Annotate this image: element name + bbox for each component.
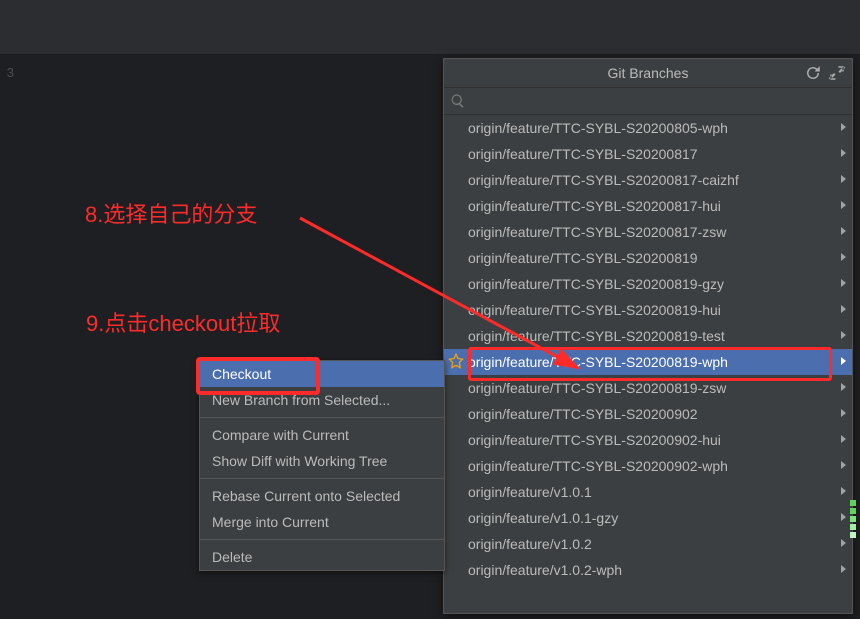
branch-label: origin/feature/TTC-SYBL-S20200819-test <box>468 328 725 344</box>
annotation-text-9: 9.点击checkout拉取 <box>86 306 280 338</box>
branch-label: origin/feature/TTC-SYBL-S20200817-hui <box>468 198 721 214</box>
refresh-icon[interactable] <box>804 64 822 82</box>
branch-item[interactable]: origin/feature/TTC-SYBL-S20200902-hui <box>444 427 852 453</box>
branch-label: origin/feature/TTC-SYBL-S20200817 <box>468 146 698 162</box>
chevron-right-icon <box>841 539 846 547</box>
branch-item[interactable]: origin/feature/TTC-SYBL-S20200817-zsw <box>444 219 852 245</box>
branch-item[interactable]: origin/feature/v1.0.1-gzy <box>444 505 852 531</box>
context-menu-item[interactable]: Show Diff with Working Tree <box>200 448 444 474</box>
branch-item[interactable]: origin/feature/TTC-SYBL-S20200819-test <box>444 323 852 349</box>
branch-label: origin/feature/TTC-SYBL-S20200902 <box>468 406 698 422</box>
branch-list: origin/feature/TTC-SYBL-S20200805-wph ori… <box>444 115 852 615</box>
branch-label: origin/feature/v1.0.2 <box>468 536 592 552</box>
context-menu-item[interactable]: Checkout <box>200 361 444 387</box>
chevron-right-icon <box>841 201 846 209</box>
branch-label: origin/feature/TTC-SYBL-S20200902-wph <box>468 458 728 474</box>
annotation-text-8: 8.选择自己的分支 <box>85 197 257 229</box>
context-menu-item[interactable]: Compare with Current <box>200 422 444 448</box>
chevron-right-icon <box>841 357 846 365</box>
chevron-right-icon <box>841 409 846 417</box>
chevron-right-icon <box>841 149 846 157</box>
branch-label: origin/feature/TTC-SYBL-S20200805-wph <box>468 120 728 136</box>
branch-label: origin/feature/TTC-SYBL-S20200817-zsw <box>468 224 726 240</box>
branch-label: origin/feature/TTC-SYBL-S20200819-gzy <box>468 276 724 292</box>
chevron-right-icon <box>841 383 846 391</box>
chevron-right-icon <box>841 565 846 573</box>
git-branches-popup: Git Branches origin/feature/TTC-SYBL-S20… <box>443 58 853 614</box>
chevron-right-icon <box>841 279 846 287</box>
branch-label: origin/feature/v1.0.2-wph <box>468 562 622 578</box>
branch-label: origin/feature/TTC-SYBL-S20200819-zsw <box>468 380 726 396</box>
branch-item[interactable]: origin/feature/TTC-SYBL-S20200819-hui <box>444 297 852 323</box>
context-menu-item[interactable]: Merge into Current <box>200 509 444 535</box>
context-menu-item[interactable]: Delete <box>200 544 444 570</box>
chevron-right-icon <box>841 175 846 183</box>
branch-search-input[interactable] <box>466 92 846 110</box>
branch-item[interactable]: origin/feature/TTC-SYBL-S20200819 <box>444 245 852 271</box>
branch-label: origin/feature/TTC-SYBL-S20200902-hui <box>468 432 721 448</box>
menu-separator <box>200 539 444 540</box>
search-icon <box>450 93 466 109</box>
memory-meter <box>850 500 856 550</box>
context-menu-item[interactable]: New Branch from Selected... <box>200 387 444 413</box>
chevron-right-icon <box>841 253 846 261</box>
chevron-right-icon <box>841 513 846 521</box>
git-branches-title: Git Branches <box>444 59 852 88</box>
star-icon <box>448 353 464 369</box>
branch-item[interactable]: origin/feature/TTC-SYBL-S20200817-caizhf <box>444 167 852 193</box>
branch-item[interactable]: origin/feature/TTC-SYBL-S20200805-wph <box>444 115 852 141</box>
editor-tabbar-area <box>0 0 860 54</box>
gutter-line-number: 3 <box>0 65 14 80</box>
shrink-icon[interactable] <box>828 64 846 82</box>
chevron-right-icon <box>841 305 846 313</box>
context-menu-item[interactable]: Rebase Current onto Selected <box>200 483 444 509</box>
branch-label: origin/feature/TTC-SYBL-S20200819-wph <box>468 354 728 370</box>
menu-separator <box>200 417 444 418</box>
branch-label: origin/feature/TTC-SYBL-S20200819 <box>468 250 698 266</box>
branch-search-row[interactable] <box>444 88 852 115</box>
branch-label: origin/feature/TTC-SYBL-S20200817-caizhf <box>468 172 739 188</box>
branch-item[interactable]: origin/feature/TTC-SYBL-S20200819-wph <box>444 349 852 375</box>
chevron-right-icon <box>841 461 846 469</box>
chevron-right-icon <box>841 487 846 495</box>
branch-item[interactable]: origin/feature/TTC-SYBL-S20200902 <box>444 401 852 427</box>
chevron-right-icon <box>841 123 846 131</box>
chevron-right-icon <box>841 435 846 443</box>
branch-context-menu: CheckoutNew Branch from Selected... Compa… <box>199 360 445 571</box>
branch-item[interactable]: origin/feature/TTC-SYBL-S20200819-zsw <box>444 375 852 401</box>
git-branches-title-text: Git Branches <box>608 65 689 81</box>
branch-item[interactable]: origin/feature/TTC-SYBL-S20200902-wph <box>444 453 852 479</box>
branch-item[interactable]: origin/feature/v1.0.1 <box>444 479 852 505</box>
chevron-right-icon <box>841 227 846 235</box>
chevron-right-icon <box>841 331 846 339</box>
branch-label: origin/feature/v1.0.1-gzy <box>468 510 618 526</box>
branch-item[interactable]: origin/feature/v1.0.2-wph <box>444 557 852 583</box>
branch-label: origin/feature/v1.0.1 <box>468 484 592 500</box>
branch-item[interactable]: origin/feature/v1.0.2 <box>444 531 852 557</box>
branch-label: origin/feature/TTC-SYBL-S20200819-hui <box>468 302 721 318</box>
branch-item[interactable]: origin/feature/TTC-SYBL-S20200817-hui <box>444 193 852 219</box>
menu-separator <box>200 478 444 479</box>
branch-item[interactable]: origin/feature/TTC-SYBL-S20200817 <box>444 141 852 167</box>
branch-item[interactable]: origin/feature/TTC-SYBL-S20200819-gzy <box>444 271 852 297</box>
